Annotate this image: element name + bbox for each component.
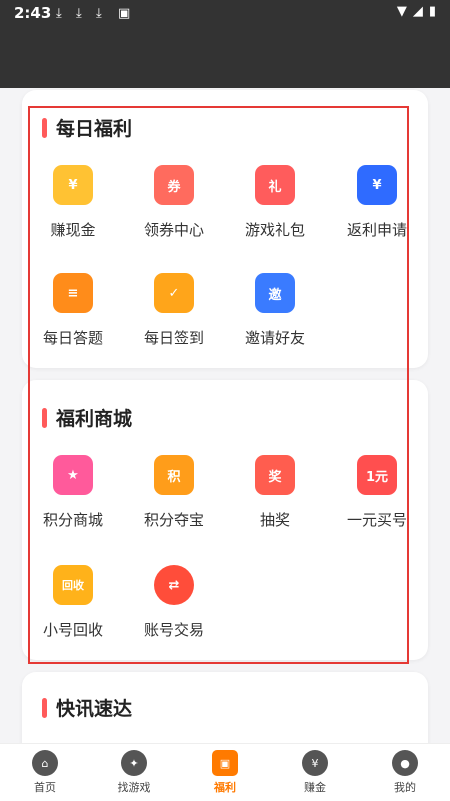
section-title: 福利商城: [42, 404, 132, 431]
account-trade-icon: ⇄: [154, 565, 194, 605]
bottom-nav: ⌂ 首页 ✦ 找游戏 ▣ 福利 ¥ 赚金 ● 我的: [0, 743, 450, 801]
daily-quiz-item[interactable]: ≡ 每日答题: [23, 273, 123, 348]
nav-home[interactable]: ⌂ 首页: [10, 750, 80, 795]
nav-earn-gold[interactable]: ¥ 赚金: [280, 750, 350, 795]
nav-find-games[interactable]: ✦ 找游戏: [99, 750, 169, 795]
coupon-icon: 券: [154, 165, 194, 205]
title-accent-bar: [42, 407, 47, 428]
game-gift-item[interactable]: 礼 游戏礼包: [225, 165, 325, 240]
lottery-icon: 奖: [255, 455, 295, 495]
points-treasure-item[interactable]: 积 积分夺宝: [124, 455, 224, 530]
status-bar: 2:43 ⤓ ⤓ ⤓ ▣ ▼ ◢ ▮: [0, 0, 450, 88]
nav-welfare[interactable]: ▣ 福利: [190, 750, 260, 795]
points-mall-bag-icon: ★: [53, 455, 93, 495]
rebate-wallet-icon: ¥: [357, 165, 397, 205]
download-icon: ⤓: [96, 6, 102, 21]
title-accent-bar: [42, 117, 47, 138]
cash-ticket-icon: ¥: [53, 165, 93, 205]
daily-checkin-item[interactable]: ✓ 每日签到: [124, 273, 224, 348]
download-icon: ⤓: [56, 6, 62, 21]
download-icon: ⤓: [76, 6, 82, 21]
compass-icon: ✦: [121, 750, 147, 776]
nav-mine[interactable]: ● 我的: [370, 750, 440, 795]
earn-cash-item[interactable]: ¥ 赚现金: [23, 165, 123, 240]
section-title: 快讯速达: [42, 694, 132, 721]
section-title: 每日福利: [42, 114, 132, 141]
quiz-icon: ≡: [53, 273, 93, 313]
one-yuan-icon: 1元: [357, 455, 397, 495]
signal-icon: ◢: [412, 4, 423, 19]
user-icon: ●: [392, 750, 418, 776]
one-yuan-buy-item[interactable]: 1元 一元买号: [327, 455, 427, 530]
account-trade-item[interactable]: ⇄ 账号交易: [124, 565, 224, 640]
rebate-apply-item[interactable]: ¥ 返利申请: [327, 165, 427, 240]
app-notification-icon: ▣: [118, 6, 131, 21]
gift-icon: ▣: [212, 750, 238, 776]
gift-pack-icon: 礼: [255, 165, 295, 205]
status-time: 2:43: [14, 4, 52, 22]
coupon-center-item[interactable]: 券 领券中心: [124, 165, 224, 240]
invite-icon: 邀: [255, 273, 295, 313]
battery-icon: ▮: [428, 4, 436, 19]
checkin-calendar-icon: ✓: [154, 273, 194, 313]
points-mall-item[interactable]: ★ 积分商城: [23, 455, 123, 530]
points-treasure-icon: 积: [154, 455, 194, 495]
account-recycle-item[interactable]: 回收 小号回收: [23, 565, 123, 640]
money-bag-icon: ¥: [302, 750, 328, 776]
home-icon: ⌂: [32, 750, 58, 776]
lottery-item[interactable]: 奖 抽奖: [225, 455, 325, 530]
invite-friends-item[interactable]: 邀 邀请好友: [225, 273, 325, 348]
recycle-icon: 回收: [53, 565, 93, 605]
title-accent-bar: [42, 697, 47, 718]
wifi-icon: ▼: [396, 4, 407, 19]
